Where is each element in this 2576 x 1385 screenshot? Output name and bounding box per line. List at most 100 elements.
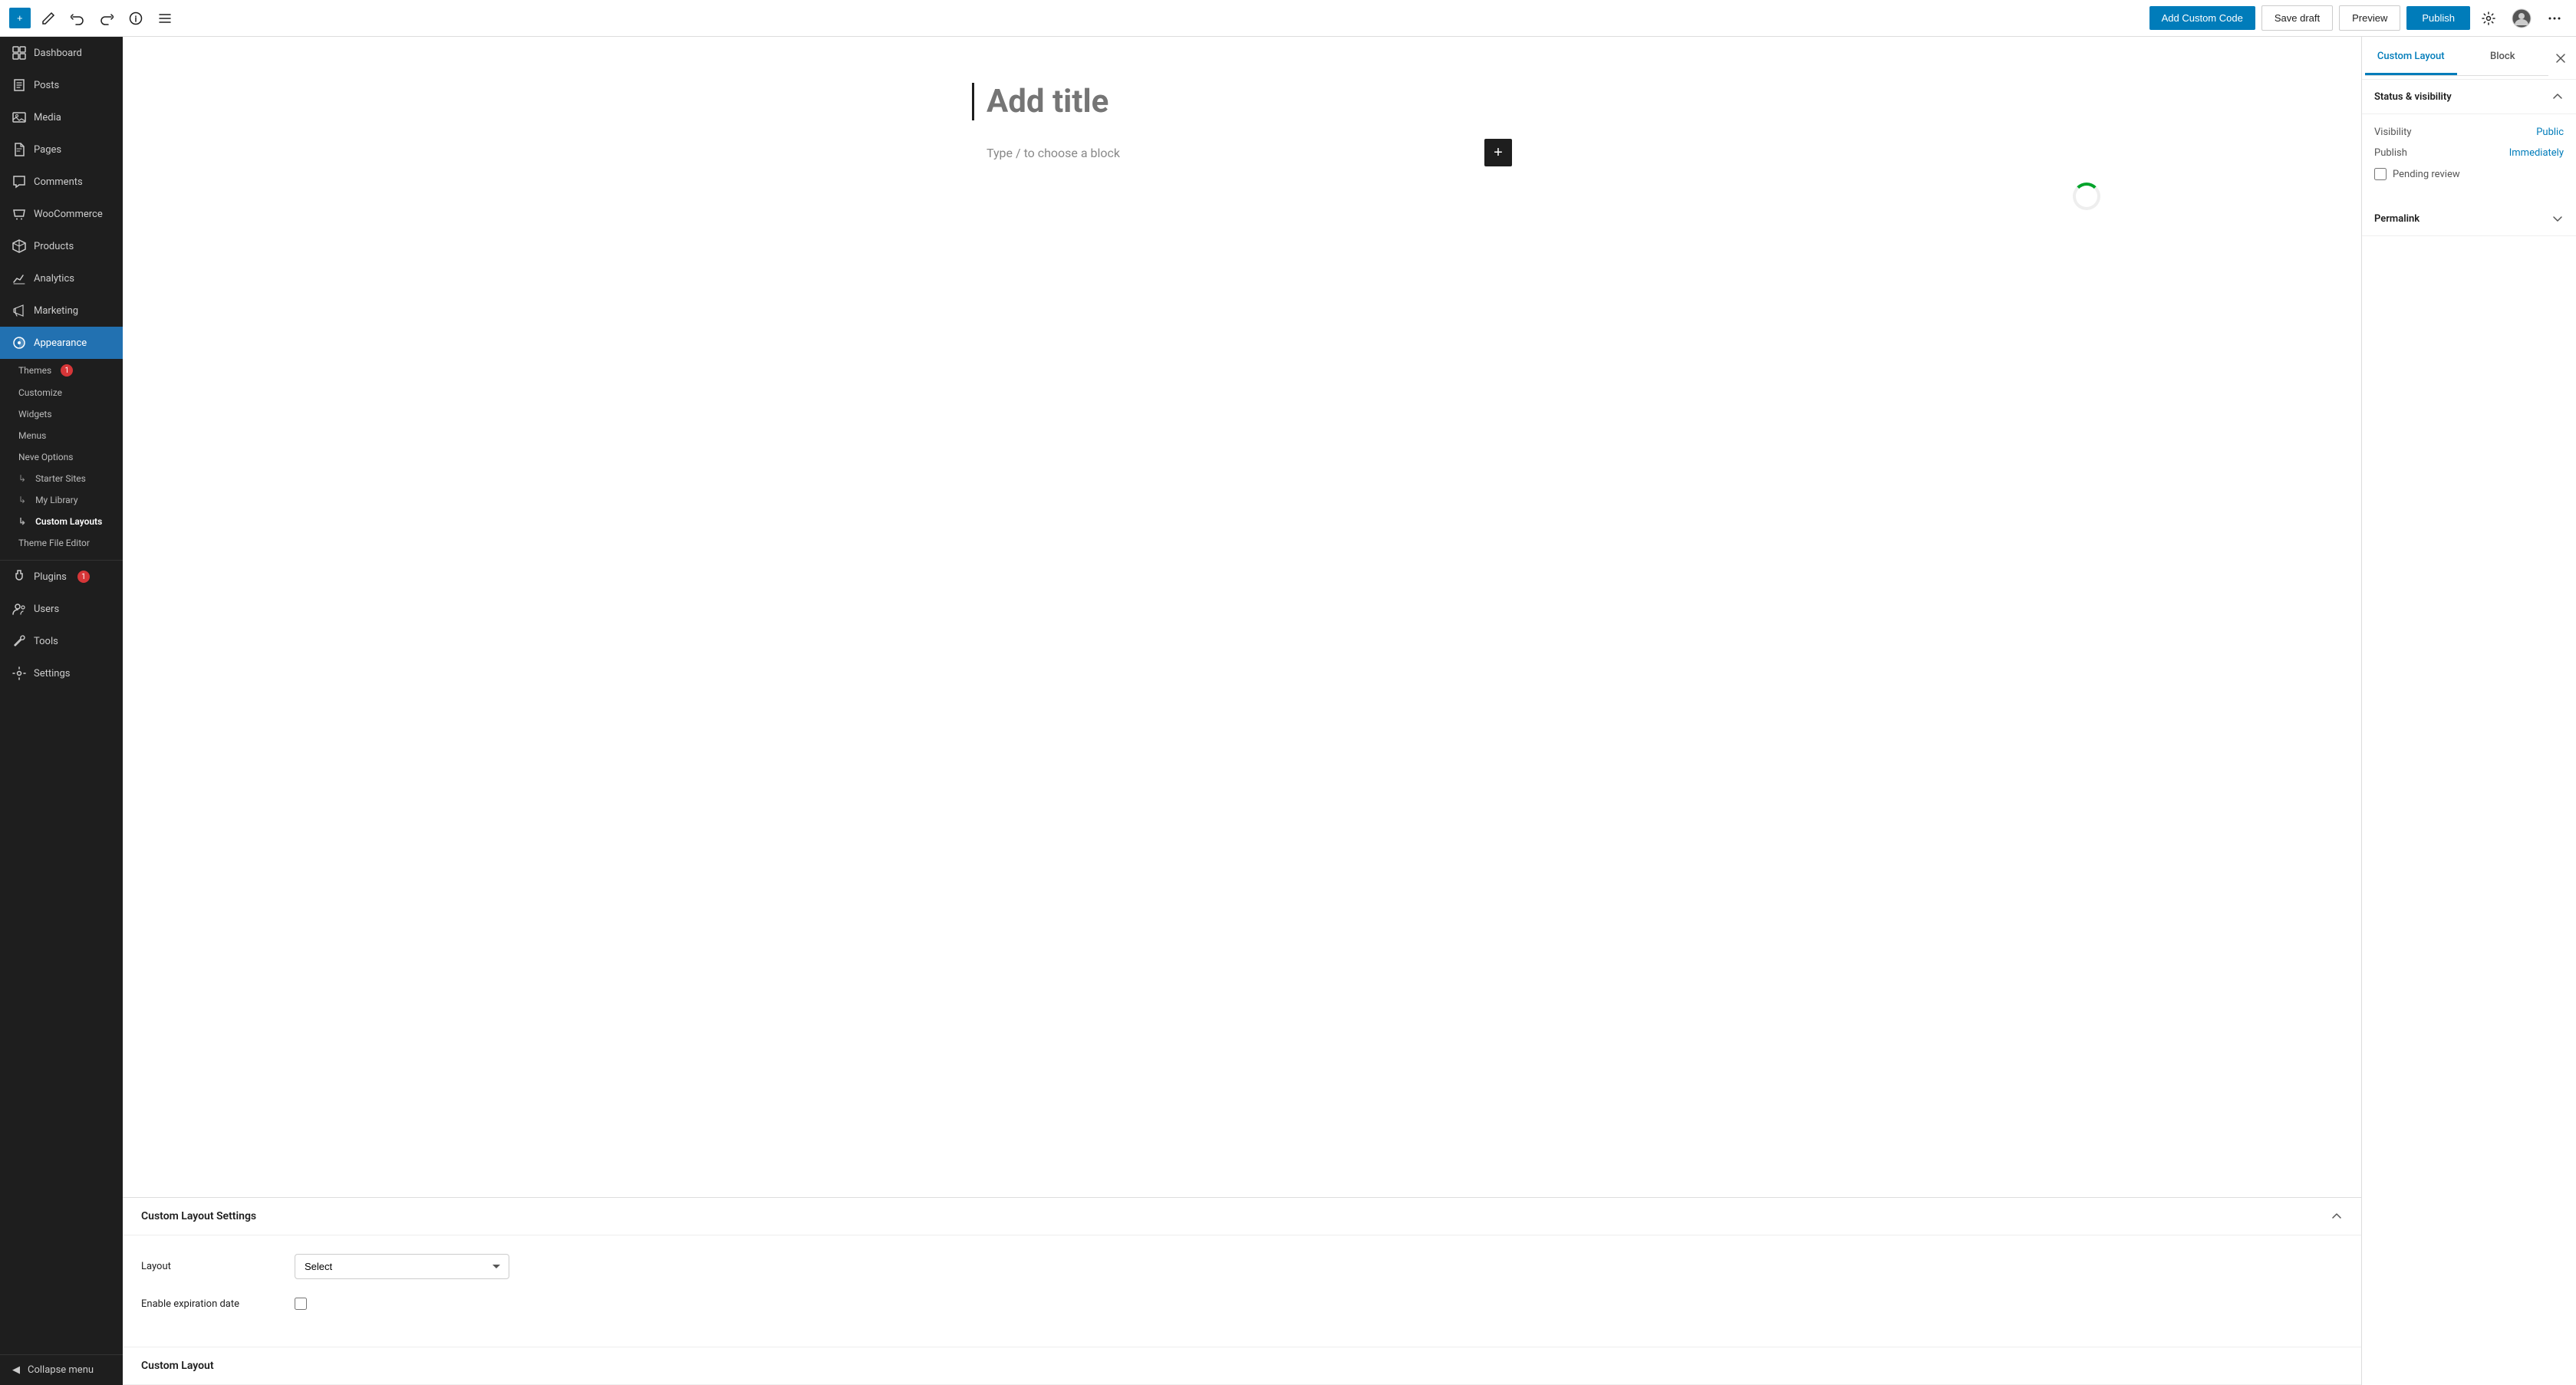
sidebar-sub-item-starter-sites[interactable]: ↳ Starter Sites bbox=[0, 468, 123, 489]
tools-icon bbox=[12, 634, 26, 648]
layout-select[interactable]: Select Hook Header Footer Custom bbox=[295, 1254, 509, 1279]
collapse-menu-button[interactable]: ◀ Collapse menu bbox=[0, 1354, 123, 1385]
custom-layout-section-title: Custom Layout bbox=[141, 1360, 214, 1372]
settings-button[interactable] bbox=[2476, 6, 2501, 31]
publish-button[interactable]: Publish bbox=[2406, 6, 2470, 30]
themes-badge: 1 bbox=[61, 364, 73, 377]
custom-layout-section-header[interactable]: Custom Layout bbox=[123, 1347, 2361, 1385]
sidebar-sub-item-theme-file-editor[interactable]: Theme File Editor bbox=[0, 532, 123, 554]
pages-icon bbox=[12, 143, 26, 156]
sidebar-item-label: Marketing bbox=[34, 305, 78, 317]
pending-review-row: Pending review bbox=[2374, 168, 2564, 180]
sidebar-sub-item-widgets[interactable]: Widgets bbox=[0, 403, 123, 425]
sidebar-item-posts[interactable]: Posts bbox=[0, 69, 123, 101]
sidebar-item-settings[interactable]: Settings bbox=[0, 657, 123, 689]
avatar-icon bbox=[2512, 8, 2532, 28]
editor-canvas[interactable]: Type / to choose a block + bbox=[123, 37, 2361, 1197]
user-button[interactable] bbox=[2507, 4, 2536, 33]
sidebar-item-plugins[interactable]: Plugins 1 bbox=[0, 561, 123, 593]
add-block-inline-button[interactable]: + bbox=[1484, 139, 1512, 166]
add-block-button[interactable]: + bbox=[9, 8, 31, 28]
pending-review-label: Pending review bbox=[2374, 168, 2460, 180]
sidebar-item-label: Users bbox=[34, 604, 59, 615]
right-panel: Custom Layout Block Status & visibility … bbox=[2361, 37, 2576, 1385]
sidebar-item-woocommerce[interactable]: WooCommerce bbox=[0, 198, 123, 230]
panel-body: Layout Select Hook Header Footer Custom … bbox=[123, 1235, 2361, 1347]
sidebar-item-analytics[interactable]: Analytics bbox=[0, 262, 123, 294]
expiration-checkbox[interactable] bbox=[295, 1298, 307, 1310]
redo-button[interactable] bbox=[95, 7, 118, 30]
dashboard-icon bbox=[12, 46, 26, 60]
permalink-section[interactable]: Permalink bbox=[2362, 202, 2576, 236]
sidebar-sub-item-my-library[interactable]: ↳ My Library bbox=[0, 489, 123, 511]
edit-icon bbox=[41, 12, 55, 25]
info-icon bbox=[129, 12, 143, 25]
users-icon bbox=[12, 602, 26, 616]
undo-button[interactable] bbox=[66, 7, 89, 30]
publish-value[interactable]: Immediately bbox=[2509, 147, 2564, 159]
permalink-title: Permalink bbox=[2374, 213, 2420, 225]
sidebar-sub-item-custom-layouts[interactable]: ↳ Custom Layouts bbox=[0, 511, 123, 532]
preview-button[interactable]: Preview bbox=[2339, 5, 2400, 31]
sidebar-item-label: Settings bbox=[34, 668, 70, 679]
toolbar: + Add Custom Code Save draft Preview Pub… bbox=[0, 0, 2576, 37]
redo-icon bbox=[100, 12, 114, 25]
appearance-icon bbox=[12, 336, 26, 350]
sidebar-item-pages[interactable]: Pages bbox=[0, 133, 123, 166]
visibility-value[interactable]: Public bbox=[2536, 127, 2564, 138]
save-draft-button[interactable]: Save draft bbox=[2261, 5, 2333, 31]
marketing-icon bbox=[12, 304, 26, 317]
layout-label: Layout bbox=[141, 1261, 295, 1272]
sidebar-sub-item-customize[interactable]: Customize bbox=[0, 382, 123, 403]
sidebar-item-appearance[interactable]: Appearance bbox=[0, 327, 123, 359]
title-input[interactable] bbox=[972, 83, 1512, 120]
sidebar-item-comments[interactable]: Comments bbox=[0, 166, 123, 198]
right-panel-close-button[interactable] bbox=[2548, 46, 2573, 71]
content-area: Type / to choose a block + bbox=[972, 139, 1512, 166]
my-library-prefix: ↳ bbox=[18, 495, 26, 505]
more-options-button[interactable] bbox=[2542, 6, 2567, 31]
products-icon bbox=[12, 239, 26, 253]
sidebar-item-users[interactable]: Users bbox=[0, 593, 123, 625]
main-layout: Dashboard Posts Media bbox=[0, 37, 2576, 1385]
collapse-panel-icon bbox=[2331, 1210, 2343, 1222]
plugins-icon bbox=[12, 570, 26, 584]
sidebar-item-marketing[interactable]: Marketing bbox=[0, 294, 123, 327]
collapse-icon: ◀ bbox=[12, 1364, 20, 1376]
list-view-button[interactable] bbox=[153, 7, 176, 30]
sidebar-item-products[interactable]: Products bbox=[0, 230, 123, 262]
sidebar-sub-item-neve-options[interactable]: Neve Options bbox=[0, 446, 123, 468]
edit-button[interactable] bbox=[37, 7, 60, 30]
sidebar-item-label: Pages bbox=[34, 144, 61, 156]
sidebar-sub-item-menus[interactable]: Menus bbox=[0, 425, 123, 446]
sidebar-item-tools[interactable]: Tools bbox=[0, 625, 123, 657]
neve-options-label: Neve Options bbox=[18, 452, 73, 462]
pending-review-checkbox[interactable] bbox=[2374, 168, 2387, 180]
sidebar-item-label: Products bbox=[34, 241, 74, 252]
sidebar-sub-item-themes[interactable]: Themes 1 bbox=[0, 359, 123, 382]
analytics-icon bbox=[12, 271, 26, 285]
panel-header[interactable]: Custom Layout Settings bbox=[123, 1198, 2361, 1235]
layout-control: Select Hook Header Footer Custom bbox=[295, 1254, 2343, 1279]
gear-icon bbox=[2481, 11, 2496, 26]
loading-spinner bbox=[2073, 183, 2100, 210]
ellipsis-icon bbox=[2547, 11, 2562, 26]
pending-review-text: Pending review bbox=[2393, 169, 2460, 180]
status-visibility-section[interactable]: Status & visibility bbox=[2362, 80, 2576, 114]
info-button[interactable] bbox=[124, 7, 147, 30]
plugins-badge: 1 bbox=[77, 571, 90, 583]
list-icon bbox=[158, 12, 172, 25]
add-custom-code-button[interactable]: Add Custom Code bbox=[2149, 6, 2255, 30]
right-panel-header: Custom Layout Block bbox=[2362, 37, 2576, 80]
sidebar-item-media[interactable]: Media bbox=[0, 101, 123, 133]
tab-custom-layout[interactable]: Custom Layout bbox=[2365, 40, 2457, 75]
canvas-inner: Type / to choose a block + bbox=[935, 37, 1549, 420]
undo-icon bbox=[71, 12, 84, 25]
sidebar: Dashboard Posts Media bbox=[0, 37, 123, 1385]
sidebar-item-dashboard[interactable]: Dashboard bbox=[0, 37, 123, 69]
widgets-label: Widgets bbox=[18, 409, 52, 419]
starter-sites-label: Starter Sites bbox=[35, 473, 86, 484]
tab-block[interactable]: Block bbox=[2457, 40, 2549, 75]
publish-label: Publish bbox=[2374, 147, 2407, 159]
status-visibility-title: Status & visibility bbox=[2374, 91, 2452, 103]
